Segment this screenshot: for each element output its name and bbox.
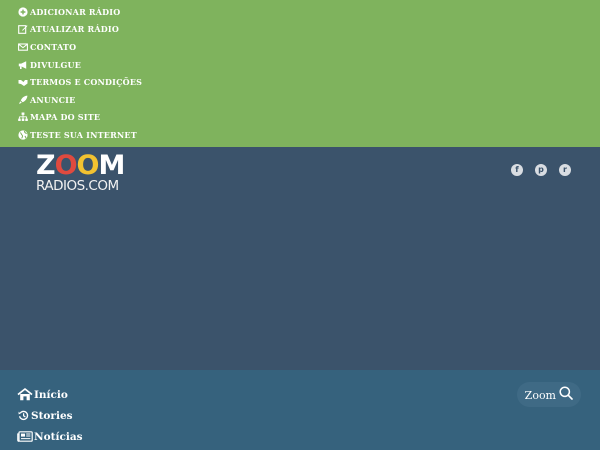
search-icon — [559, 385, 573, 404]
sitemap-icon — [17, 112, 28, 123]
logo-letter: O — [54, 150, 78, 181]
top-menu: ADICIONAR RÁDIO ATUALIZAR RÁDIO CONTATO … — [17, 3, 142, 144]
top-menu-item-label: MAPA DO SITE — [30, 112, 101, 123]
plus-circle-icon — [17, 6, 28, 17]
pinterest-icon[interactable]: p — [535, 164, 547, 176]
main-navigation-bar — [0, 370, 600, 450]
top-menu-item-label: ANUNCIE — [30, 94, 76, 105]
logo-domain: RADIOS.COM — [36, 178, 119, 194]
top-menu-item-contato[interactable]: CONTATO — [17, 38, 142, 56]
top-menu-item-adicionar-radio[interactable]: ADICIONAR RÁDIO — [17, 3, 142, 21]
logo-letter: O — [76, 150, 100, 181]
rocket-icon — [17, 94, 28, 105]
nav-item-label: Início — [34, 388, 68, 401]
nav-item-label: Stories — [31, 409, 73, 422]
top-menu-item-label: ADICIONAR RÁDIO — [30, 6, 121, 17]
history-icon — [17, 410, 30, 421]
handshake-icon — [17, 77, 28, 88]
top-menu-item-termos[interactable]: TERMOS E CONDIÇÕES — [17, 73, 142, 91]
top-menu-item-divulgue[interactable]: DIVULGUE — [17, 56, 142, 74]
nav-item-noticias[interactable]: Notícias — [17, 426, 83, 447]
main-navigation: Início Stories Notícias — [17, 384, 83, 447]
envelope-icon — [17, 41, 28, 52]
megaphone-icon — [17, 59, 28, 70]
facebook-glyph: f — [515, 165, 519, 174]
facebook-icon[interactable]: f — [511, 164, 523, 176]
edit-icon — [17, 24, 28, 35]
reddit-icon[interactable]: r — [559, 164, 571, 176]
top-menu-item-label: CONTATO — [30, 41, 77, 52]
globe-icon — [17, 129, 28, 140]
nav-item-label: Notícias — [34, 430, 83, 443]
top-menu-item-atualizar-radio[interactable]: ATUALIZAR RÁDIO — [17, 21, 142, 39]
logo-letter: M — [98, 150, 125, 181]
top-menu-item-label: TERMOS E CONDIÇÕES — [30, 77, 143, 88]
search-label: Zoom — [524, 389, 556, 402]
logo-wordmark: Z O O M — [36, 152, 128, 179]
search-button[interactable]: Zoom — [517, 382, 581, 407]
nav-item-stories[interactable]: Stories — [17, 405, 83, 426]
top-menu-item-label: DIVULGUE — [30, 59, 81, 70]
top-menu-item-label: TESTE SUA INTERNET — [30, 129, 137, 140]
pinterest-glyph: p — [538, 165, 544, 174]
nav-item-inicio[interactable]: Início — [17, 384, 83, 405]
top-menu-item-teste-internet[interactable]: TESTE SUA INTERNET — [17, 126, 142, 144]
reddit-glyph: r — [563, 165, 567, 174]
top-menu-item-mapa-do-site[interactable]: MAPA DO SITE — [17, 109, 142, 127]
home-icon — [17, 388, 33, 401]
site-logo[interactable]: Z O O M RADIOS.COM — [36, 152, 128, 194]
top-menu-item-label: ATUALIZAR RÁDIO — [30, 24, 120, 35]
top-menu-item-anuncie[interactable]: ANUNCIE — [17, 91, 142, 109]
newspaper-icon — [17, 431, 33, 442]
logo-letter: Z — [36, 150, 56, 181]
